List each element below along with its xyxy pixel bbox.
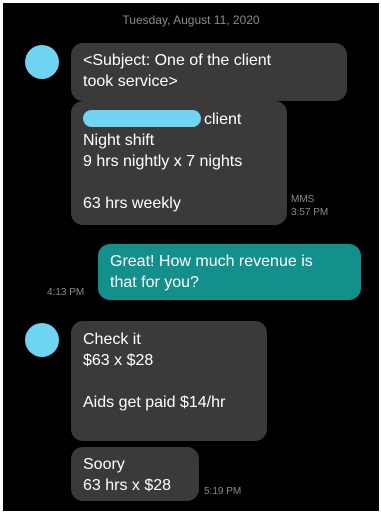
incoming-message-mms[interactable]: client Night shift 9 hrs nightly x 7 nig… bbox=[71, 101, 287, 225]
message-text: $63 x $28 bbox=[83, 352, 154, 369]
mms-label: MMS bbox=[291, 194, 315, 205]
message-meta: MMS 3:57 PM bbox=[291, 193, 328, 219]
message-text: <Subject: One of the client bbox=[83, 52, 272, 69]
message-text: Check it bbox=[83, 331, 141, 348]
sender-avatar[interactable] bbox=[25, 45, 59, 79]
message-text: Aids get paid $14/hr bbox=[83, 394, 226, 411]
incoming-message-check[interactable]: Check it $63 x $28 Aids get paid $14/hr bbox=[71, 321, 267, 441]
message-text: that for you? bbox=[110, 274, 199, 291]
incoming-message-correction[interactable]: Soory 63 hrs x $28 bbox=[71, 447, 199, 501]
incoming-message-subject[interactable]: <Subject: One of the client took service… bbox=[71, 43, 347, 101]
timestamp: 3:57 PM bbox=[291, 207, 329, 218]
message-text: Great! How much revenue is bbox=[110, 253, 313, 270]
message-text: took service> bbox=[83, 73, 178, 90]
conversation-screen: Tuesday, August 11, 2020 <Subject: One o… bbox=[3, 3, 379, 511]
message-text: Soory bbox=[83, 456, 125, 473]
message-text: 9 hrs nightly x 7 nights bbox=[83, 153, 243, 170]
message-text: client bbox=[204, 111, 242, 128]
message-text: 63 hrs weekly bbox=[83, 195, 181, 212]
message-text: 63 hrs x $28 bbox=[83, 477, 172, 494]
timestamp: 4:13 PM bbox=[47, 287, 85, 298]
redacted-name bbox=[83, 110, 201, 127]
message-text: Night shift bbox=[83, 132, 155, 149]
timestamp: 5:19 PM bbox=[204, 486, 242, 497]
outgoing-message[interactable]: Great! How much revenue is that for you? bbox=[98, 244, 361, 300]
date-header: Tuesday, August 11, 2020 bbox=[122, 13, 260, 27]
sender-avatar[interactable] bbox=[25, 323, 59, 357]
